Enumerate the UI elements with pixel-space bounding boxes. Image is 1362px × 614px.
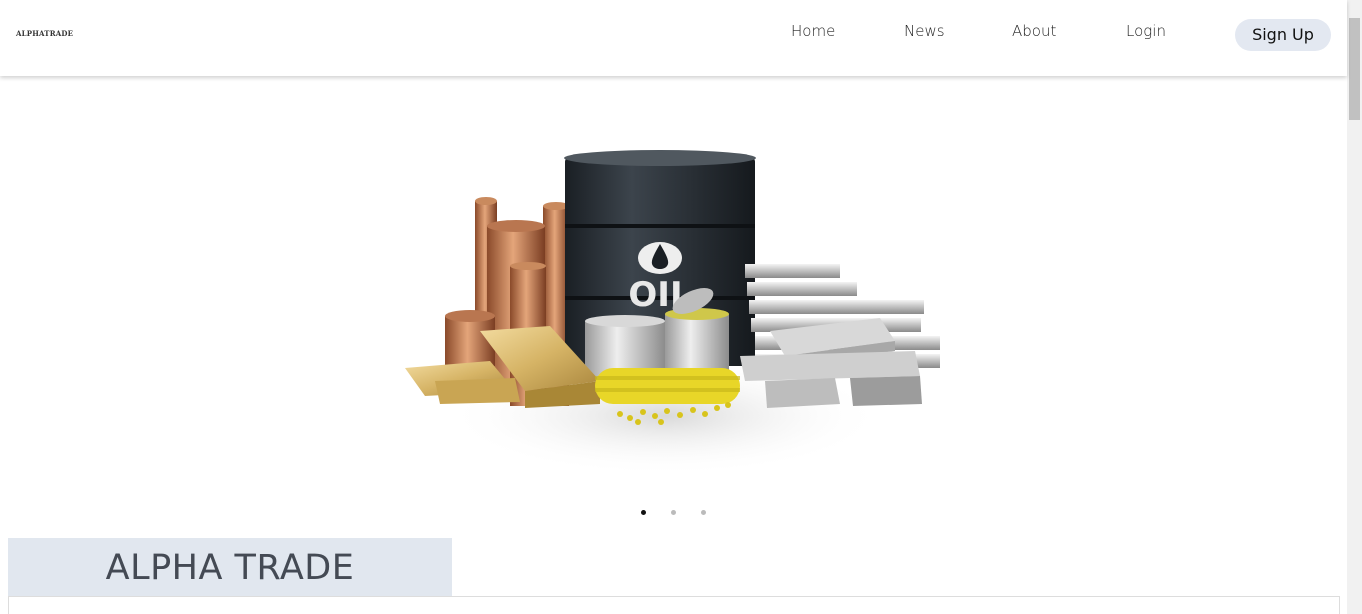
- scrollbar-thumb[interactable]: [1349, 18, 1360, 120]
- section-title-box: ALPHA TRADE: [8, 538, 452, 596]
- nav-news-link[interactable]: News: [904, 22, 945, 40]
- nav-login-link[interactable]: Login: [1126, 22, 1166, 40]
- nav-about-link[interactable]: About: [1012, 22, 1056, 40]
- hero-carousel: OIL: [0, 76, 1347, 536]
- brand-logo[interactable]: ALPHATRADE: [16, 29, 73, 38]
- commodities-hero-image: OIL: [405, 150, 940, 476]
- signup-button[interactable]: Sign Up: [1235, 19, 1331, 51]
- nav-home-link[interactable]: Home: [791, 22, 835, 40]
- carousel-dot-2[interactable]: [671, 510, 676, 515]
- carousel-dot-3[interactable]: [701, 510, 706, 515]
- content-panel: [8, 596, 1340, 614]
- navbar: ALPHATRADE Home News About Login Sign Up: [0, 0, 1347, 76]
- carousel-dot-1[interactable]: [641, 510, 646, 515]
- section-title: ALPHA TRADE: [105, 548, 355, 588]
- page-scrollbar[interactable]: [1347, 0, 1362, 614]
- page: ALPHATRADE Home News About Login Sign Up: [0, 0, 1362, 614]
